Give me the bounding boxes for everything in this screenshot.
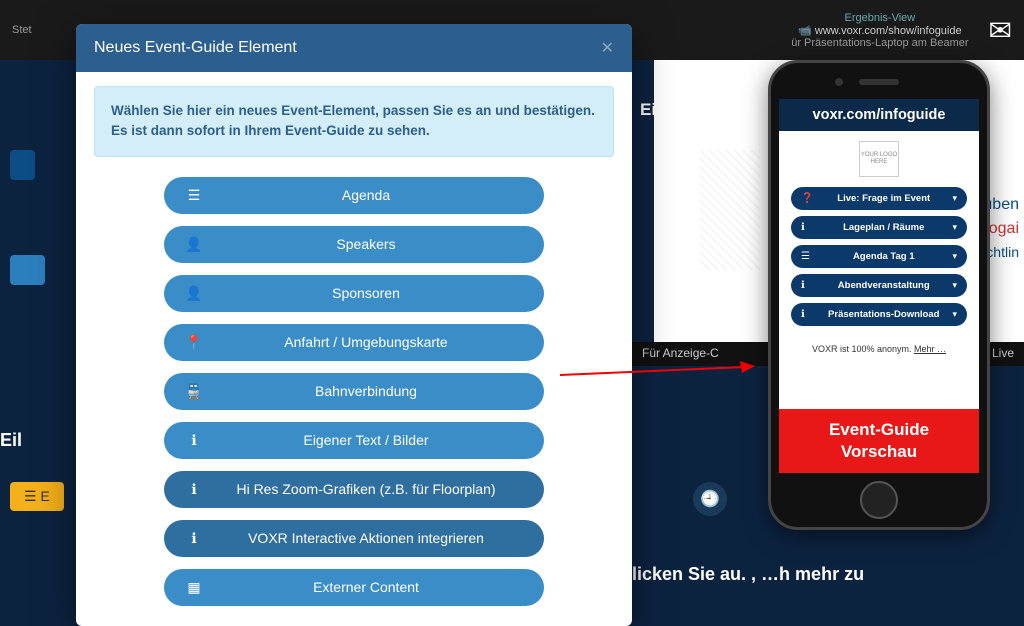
phone-preview: voxr.com/infoguide YOUR LOGO HERE ❓ Live… (768, 60, 990, 530)
person-icon: 👤 (182, 285, 206, 302)
option-agenda[interactable]: ☰ Agenda (164, 177, 544, 214)
phone-item-live[interactable]: ❓ Live: Frage im Event ▾ (791, 187, 967, 210)
info-icon: ℹ (182, 530, 206, 547)
phone-logo-area: YOUR LOGO HERE (779, 131, 979, 185)
new-element-modal: Neues Event-Guide Element ✕ Wählen Sie h… (76, 24, 632, 626)
bg-bottom-text: licken Sie au. , …h mehr zu (632, 564, 1024, 585)
phone-camera (835, 78, 843, 86)
phone-menu: ❓ Live: Frage im Event ▾ ℹ Lageplan / Rä… (779, 185, 979, 328)
options-list: ☰ Agenda 👤 Speakers 👤 Sponsoren 📍 Anfahr… (94, 177, 614, 606)
bg-heading-right: Ei uell nic (640, 100, 719, 120)
chevron-down-icon: ▾ (952, 251, 957, 262)
bg-blue-chip-2[interactable] (10, 255, 45, 285)
option-label: Anfahrt / Umgebungskarte (206, 334, 526, 350)
phone-item-lageplan[interactable]: ℹ Lageplan / Räume ▾ (791, 216, 967, 239)
pin-icon: 📍 (182, 334, 206, 351)
wordcloud-fragment (700, 150, 760, 270)
option-label: Eigener Text / Bilder (206, 432, 526, 448)
bg-blue-chip-1[interactable] (10, 150, 35, 180)
phone-url-bar: voxr.com/infoguide (779, 99, 979, 131)
option-extern[interactable]: ▦ Externer Content (164, 569, 544, 606)
phone-item-download[interactable]: ℹ Präsentations-Download ▾ (791, 303, 967, 326)
top-left-text: Stet (12, 24, 32, 36)
option-sponsoren[interactable]: 👤 Sponsoren (164, 275, 544, 312)
phone-item-label: Präsentations-Download (815, 309, 952, 320)
option-speakers[interactable]: 👤 Speakers (164, 226, 544, 263)
phone-item-label: Agenda Tag 1 (815, 251, 952, 262)
option-bahn[interactable]: 🚆 Bahnverbindung (164, 373, 544, 410)
info-icon: ℹ (182, 481, 206, 498)
phone-logo-placeholder: YOUR LOGO HERE (859, 141, 899, 177)
laptop-note: ür Präsentations-Laptop am Beamer (791, 37, 968, 49)
phone-footer: VOXR ist 100% anonym. Mehr … (779, 328, 979, 360)
show-url: 📹 www.voxr.com/show/infoguide (791, 24, 968, 37)
option-label: VOXR Interactive Aktionen integrieren (206, 530, 526, 546)
chevron-down-icon: ▾ (952, 309, 957, 320)
modal-header: Neues Event-Guide Element ✕ (76, 24, 632, 72)
phone-red-line1: Event-Guide (783, 419, 975, 441)
phone-item-label: Live: Frage im Event (815, 193, 952, 204)
phone-red-banner: Event-Guide Vorschau (779, 409, 979, 473)
list-icon: ☰ (182, 187, 206, 204)
bg-yellow-button[interactable]: ☰ E (10, 482, 64, 511)
option-eigener-text[interactable]: ℹ Eigener Text / Bilder (164, 422, 544, 459)
option-label: Agenda (206, 187, 526, 203)
question-icon: ❓ (801, 193, 815, 204)
phone-red-line2: Vorschau (783, 441, 975, 463)
option-voxr-interactive[interactable]: ℹ VOXR Interactive Aktionen integrieren (164, 520, 544, 557)
option-label: Externer Content (206, 579, 526, 595)
info-icon: ℹ (801, 280, 815, 291)
list-icon: ☰ (801, 251, 815, 262)
phone-screen: voxr.com/infoguide YOUR LOGO HERE ❓ Live… (779, 99, 979, 473)
phone-footer-text: VOXR ist 100% anonym. (812, 344, 914, 354)
qr-icon: ▦ (182, 579, 206, 596)
person-icon: 👤 (182, 236, 206, 253)
modal-body: Wählen Sie hier ein neues Event-Element,… (76, 72, 632, 626)
chevron-down-icon: ▾ (952, 193, 957, 204)
ticket-icon: 🚆 (182, 383, 206, 400)
close-icon[interactable]: ✕ (601, 38, 614, 58)
phone-footer-link[interactable]: Mehr … (914, 344, 946, 354)
option-label: Sponsoren (206, 285, 526, 301)
option-hires[interactable]: ℹ Hi Res Zoom-Grafiken (z.B. für Floorpl… (164, 471, 544, 508)
info-box: Wählen Sie hier ein neues Event-Element,… (94, 86, 614, 157)
phone-item-label: Lageplan / Räume (815, 222, 952, 233)
ergebnis-view: Ergebnis-View (791, 12, 968, 24)
modal-title: Neues Event-Guide Element (94, 39, 297, 57)
chevron-down-icon: ▾ (952, 222, 957, 233)
option-anfahrt[interactable]: 📍 Anfahrt / Umgebungskarte (164, 324, 544, 361)
mail-icon[interactable]: ✉ (989, 14, 1012, 47)
option-label: Bahnverbindung (206, 383, 526, 399)
info-icon: ℹ (801, 309, 815, 320)
bg-side-heading: Eil (0, 430, 22, 451)
arrow-annotation (560, 355, 760, 395)
phone-item-abend[interactable]: ℹ Abendveranstaltung ▾ (791, 274, 967, 297)
clock-button[interactable]: 🕘 (693, 482, 727, 516)
chevron-down-icon: ▾ (952, 280, 957, 291)
phone-home-button[interactable] (860, 481, 898, 519)
phone-speaker (859, 79, 899, 85)
option-label: Speakers (206, 236, 526, 252)
option-label: Hi Res Zoom-Grafiken (z.B. für Floorplan… (206, 481, 526, 497)
phone-item-agenda[interactable]: ☰ Agenda Tag 1 ▾ (791, 245, 967, 268)
info-icon: ℹ (182, 432, 206, 449)
phone-item-label: Abendveranstaltung (815, 280, 952, 291)
info-icon: ℹ (801, 222, 815, 233)
